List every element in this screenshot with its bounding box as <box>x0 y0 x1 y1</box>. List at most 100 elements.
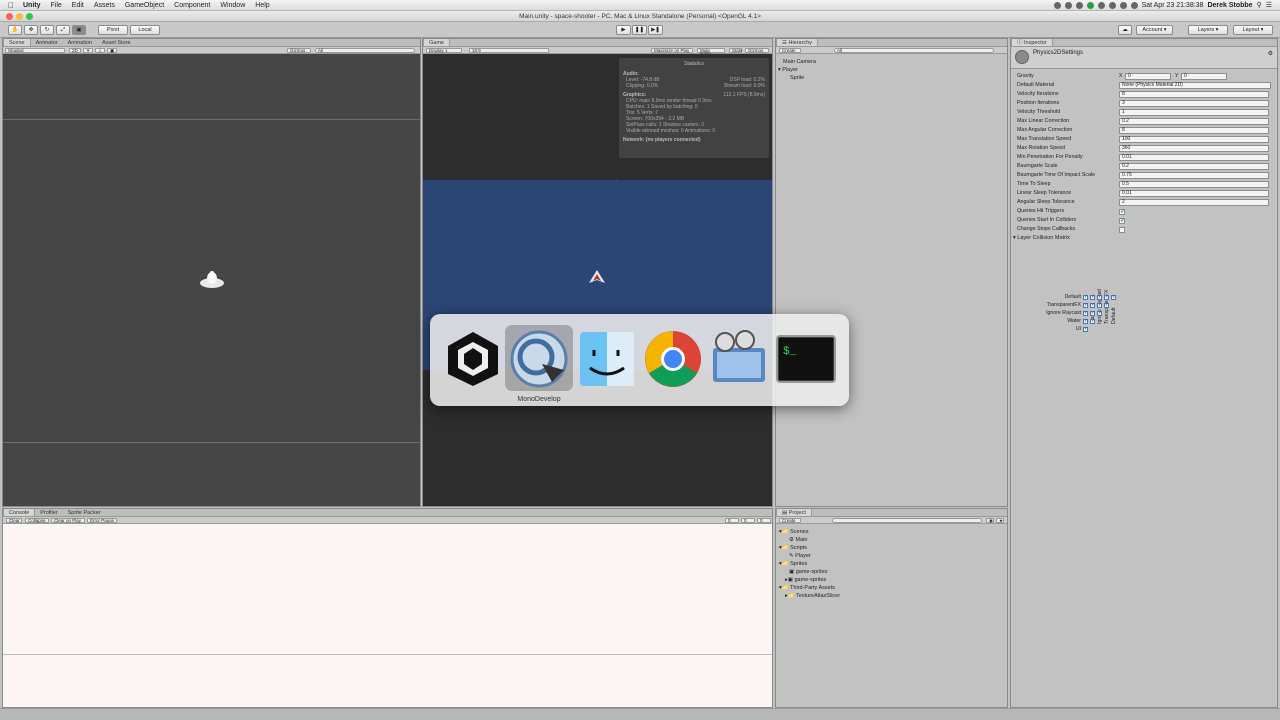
video-icon[interactable] <box>709 328 771 390</box>
pause-button[interactable]: ❚❚ <box>632 25 647 35</box>
chrome-icon[interactable] <box>642 328 704 390</box>
time-to-sleep-field[interactable]: 0.5 <box>1119 181 1269 188</box>
tab-hierarchy[interactable]: ☰ Hierarchy <box>776 39 819 46</box>
queries-start-in-colliders-checkbox[interactable] <box>1119 217 1125 226</box>
console-clear-on-play-toggle[interactable]: Clear on Play <box>51 518 85 523</box>
matrix-checkbox[interactable] <box>1090 294 1095 300</box>
tab-asset-store[interactable]: Asset Store <box>97 39 135 46</box>
project-create-dropdown[interactable]: Create <box>779 518 801 523</box>
matrix-checkbox[interactable] <box>1097 302 1102 308</box>
expand-icon[interactable]: ▾ <box>778 67 781 73</box>
default-material-field[interactable]: None (Physics Material 2D) <box>1119 82 1271 89</box>
local-toggle[interactable]: Local <box>130 25 160 35</box>
spotlight-icon[interactable]: ⚲ <box>1257 1 1262 9</box>
gizmos-dropdown[interactable]: Gizmos <box>287 48 311 53</box>
cloud-icon[interactable]: ☁ <box>1118 25 1132 35</box>
console-clear-button[interactable]: Clear <box>6 518 22 523</box>
queries-hit-triggers-checkbox[interactable] <box>1119 208 1125 217</box>
notification-icon[interactable]: ☰ <box>1266 1 1272 9</box>
console-warning-count[interactable]: 0 <box>741 518 755 523</box>
baumgarte-toi-scale-field[interactable]: 0.75 <box>1119 172 1269 179</box>
gravity-x-field[interactable]: 0 <box>1125 73 1171 80</box>
layout-dropdown[interactable]: Layout ▾ <box>1233 25 1273 35</box>
layer-collision-matrix-foldout[interactable]: ▾ Layer Collision Matrix <box>1013 235 1070 241</box>
account-dropdown[interactable]: Account ▾ <box>1136 25 1173 35</box>
min-penetration-field[interactable]: 0.01 <box>1119 154 1269 161</box>
apple-icon[interactable]:  <box>8 1 18 10</box>
hierarchy-create-dropdown[interactable]: Create <box>779 48 801 53</box>
matrix-checkbox[interactable] <box>1090 302 1095 308</box>
project-file[interactable]: ▣ game-sprites <box>789 569 828 575</box>
max-linear-correction-field[interactable]: 0.2 <box>1119 118 1269 125</box>
hierarchy-item-player[interactable]: ▾ Player <box>778 67 798 73</box>
2d-toggle[interactable]: 2D <box>69 48 81 53</box>
tab-profiler[interactable]: Profiler <box>35 509 62 516</box>
play-button[interactable]: ▶ <box>616 25 631 35</box>
matrix-checkbox[interactable] <box>1090 310 1095 316</box>
status-icon[interactable] <box>1075 1 1083 9</box>
layers-dropdown[interactable]: Layers ▾ <box>1188 25 1228 35</box>
hierarchy-search-input[interactable]: All <box>834 48 994 53</box>
maximize-on-play-toggle[interactable]: Maximize on Play <box>651 48 693 53</box>
rotate-tool-button[interactable]: ↻ <box>40 25 54 35</box>
terminal-icon[interactable]: $_ <box>775 328 837 390</box>
matrix-checkbox[interactable] <box>1097 310 1102 316</box>
gravity-y-field[interactable]: 0 <box>1181 73 1227 80</box>
mute-audio-toggle[interactable]: Mute audio <box>697 48 725 56</box>
console-splitter[interactable] <box>3 654 772 655</box>
hierarchy-item-sprite[interactable]: Sprite <box>790 75 804 81</box>
hierarchy-item-main-camera[interactable]: Main Camera <box>783 59 816 65</box>
status-icon[interactable] <box>1086 1 1094 9</box>
console-log-area[interactable] <box>3 524 772 707</box>
favorite-icon[interactable]: ★ <box>996 518 1004 523</box>
gear-icon[interactable]: ⚙ <box>1268 50 1273 57</box>
project-folder[interactable]: ▸📁 TextureAtlasSlicer <box>785 593 840 599</box>
user-name[interactable]: Derek Stobbe <box>1207 2 1252 9</box>
tab-sprite-packer[interactable]: Sprite Packer <box>63 509 106 516</box>
status-icon[interactable] <box>1064 1 1072 9</box>
monodevelop-icon[interactable] <box>508 328 570 390</box>
matrix-checkbox[interactable] <box>1083 318 1088 324</box>
baumgarte-scale-field[interactable]: 0.2 <box>1119 163 1269 170</box>
display-dropdown[interactable]: Display 1 <box>426 48 462 53</box>
status-icon[interactable] <box>1097 1 1105 9</box>
wifi-icon[interactable] <box>1119 1 1127 9</box>
tab-animator[interactable]: Animator <box>31 39 63 46</box>
matrix-checkbox[interactable] <box>1083 310 1088 316</box>
step-button[interactable]: ▶❚ <box>648 25 663 35</box>
max-rotation-speed-field[interactable]: 360 <box>1119 145 1269 152</box>
menu-help[interactable]: Help <box>250 2 274 9</box>
move-tool-button[interactable]: ✥ <box>24 25 38 35</box>
project-file[interactable]: ▸▣ game-sprites <box>785 577 826 583</box>
tab-game[interactable]: Game <box>423 39 450 46</box>
unity-icon[interactable] <box>442 328 504 390</box>
project-folder[interactable]: ▾📁 Scenes <box>779 529 809 535</box>
matrix-checkbox[interactable] <box>1090 318 1095 324</box>
bluetooth-icon[interactable] <box>1108 1 1116 9</box>
console-error-pause-toggle[interactable]: Error Pause <box>87 518 117 523</box>
project-search-input[interactable] <box>832 518 982 523</box>
position-iterations-field[interactable]: 3 <box>1119 100 1269 107</box>
rect-tool-button[interactable]: ▣ <box>72 25 86 35</box>
menu-edit[interactable]: Edit <box>67 2 89 9</box>
matrix-checkbox[interactable] <box>1104 294 1109 300</box>
matrix-checkbox[interactable] <box>1097 294 1102 300</box>
lighting-icon[interactable]: ☀ <box>83 48 93 53</box>
game-viewport[interactable]: Statistics Audio: Level: -74.8 dB DSP loa… <box>423 54 772 506</box>
matrix-checkbox[interactable] <box>1104 302 1109 308</box>
project-folder[interactable]: ▾📁 Third-Party Assets <box>779 585 835 591</box>
player-sprite[interactable] <box>199 270 225 290</box>
tab-scene[interactable]: Scene <box>3 39 31 46</box>
tab-project[interactable]: ▤ Project <box>776 509 812 516</box>
close-window-button[interactable] <box>6 13 13 20</box>
console-collapse-toggle[interactable]: Collapse <box>25 518 49 523</box>
status-icon[interactable] <box>1053 1 1061 9</box>
linear-sleep-tolerance-field[interactable]: 0.01 <box>1119 190 1269 197</box>
project-file[interactable]: ⚙ Main <box>789 537 807 543</box>
tab-console[interactable]: Console <box>3 509 36 516</box>
audio-icon[interactable]: ♫ <box>95 48 105 53</box>
console-log-count[interactable]: 0 <box>725 518 739 523</box>
console-error-count[interactable]: 0 <box>757 518 771 523</box>
max-angular-correction-field[interactable]: 8 <box>1119 127 1269 134</box>
project-folder[interactable]: ▾📁 Sprites <box>779 561 807 567</box>
